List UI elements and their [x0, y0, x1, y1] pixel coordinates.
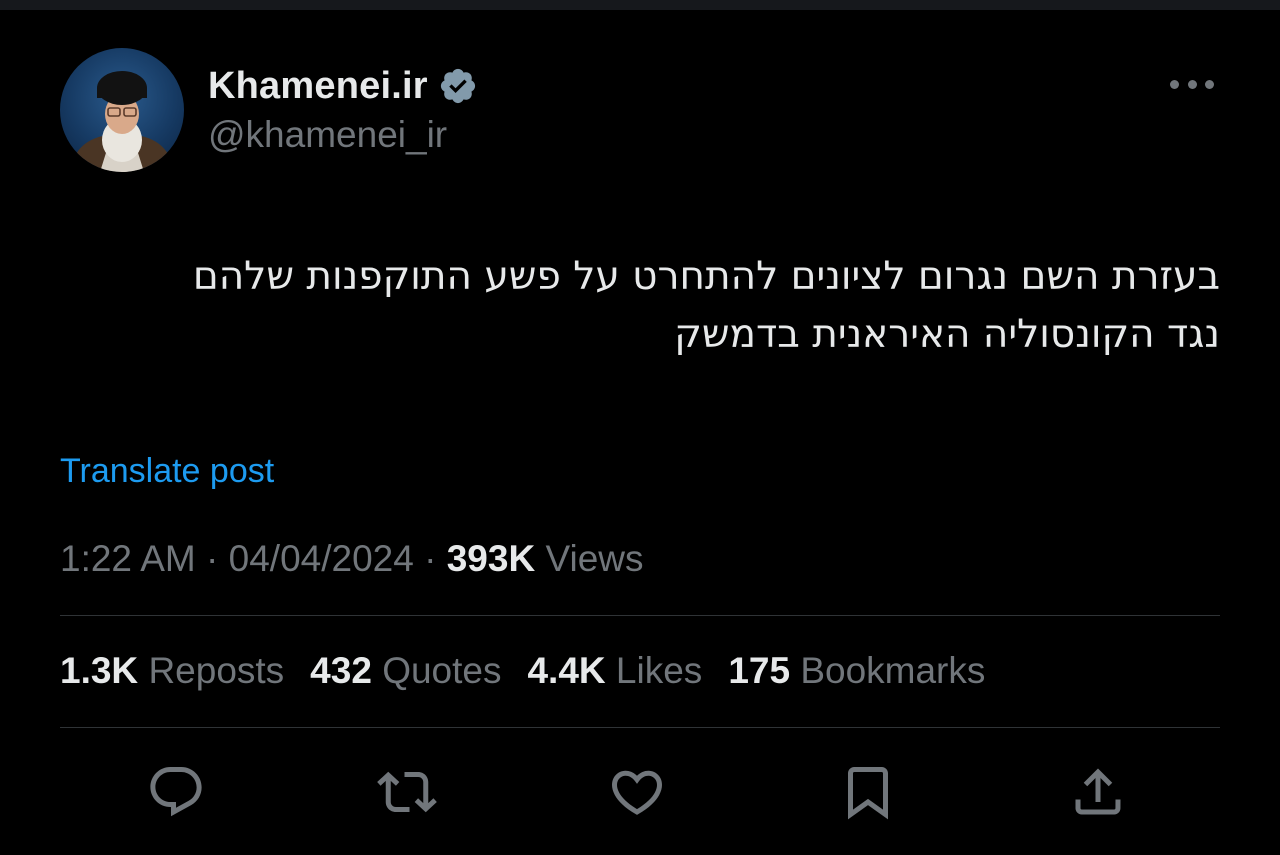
verified-badge-icon	[438, 66, 478, 106]
top-strip	[0, 0, 1280, 10]
tweet-text: בעזרת השם נגרום לציונים להתחרט על פשע הת…	[60, 248, 1220, 364]
tweet-detail: Khamenei.ir @khamenei_ir בעזרת השם נגרום…	[60, 10, 1220, 855]
like-button[interactable]	[595, 750, 679, 834]
likes-label: Likes	[615, 650, 703, 691]
divider	[60, 727, 1220, 728]
tweet-text-line: נגד הקונסוליה האיראנית בדמשק	[674, 312, 1220, 357]
bookmark-icon	[848, 767, 888, 820]
likes-count: 4.4K	[527, 650, 606, 691]
likes-stat[interactable]: 4.4K Likes	[527, 650, 702, 692]
action-bar	[60, 750, 1220, 834]
like-icon	[611, 770, 663, 815]
meta-separator: ·	[424, 538, 437, 579]
avatar[interactable]	[60, 48, 184, 172]
translate-post-link[interactable]: Translate post	[60, 452, 274, 491]
tweet-date[interactable]: 04/04/2024	[229, 538, 414, 579]
author-handle[interactable]: @khamenei_ir	[208, 114, 447, 156]
quotes-label: Quotes	[382, 650, 502, 691]
bookmark-button[interactable]	[826, 750, 910, 834]
share-icon	[1075, 768, 1121, 815]
share-button[interactable]	[1056, 750, 1140, 834]
views-label: Views	[545, 538, 644, 579]
tweet-meta: 1:22 AM · 04/04/2024 · 393K Views	[60, 538, 644, 580]
bookmarks-stat[interactable]: 175 Bookmarks	[728, 650, 985, 692]
tweet-text-line: בעזרת השם נגרום לציונים להתחרט על פשע הת…	[192, 254, 1220, 299]
reply-icon	[150, 767, 202, 817]
meta-separator: ·	[206, 538, 219, 579]
display-name[interactable]: Khamenei.ir	[208, 65, 428, 108]
repost-button[interactable]	[365, 750, 449, 834]
reposts-stat[interactable]: 1.3K Reposts	[60, 650, 284, 692]
reposts-count: 1.3K	[60, 650, 139, 691]
author-name-row[interactable]: Khamenei.ir	[208, 62, 478, 110]
bookmarks-count: 175	[728, 650, 791, 691]
reply-button[interactable]	[134, 750, 218, 834]
quotes-count: 432	[310, 650, 372, 691]
tweet-time[interactable]: 1:22 AM	[60, 538, 196, 579]
reposts-label: Reposts	[148, 650, 285, 691]
bookmarks-label: Bookmarks	[800, 650, 986, 691]
repost-icon	[377, 771, 437, 813]
views-count: 393K	[446, 538, 536, 579]
profile-photo-icon	[70, 71, 174, 172]
quotes-stat[interactable]: 432 Quotes	[310, 650, 501, 692]
engagement-stats: 1.3K Reposts 432 Quotes 4.4K Likes 175 B…	[60, 650, 985, 692]
divider	[60, 615, 1220, 616]
more-options-icon[interactable]	[1170, 74, 1214, 94]
